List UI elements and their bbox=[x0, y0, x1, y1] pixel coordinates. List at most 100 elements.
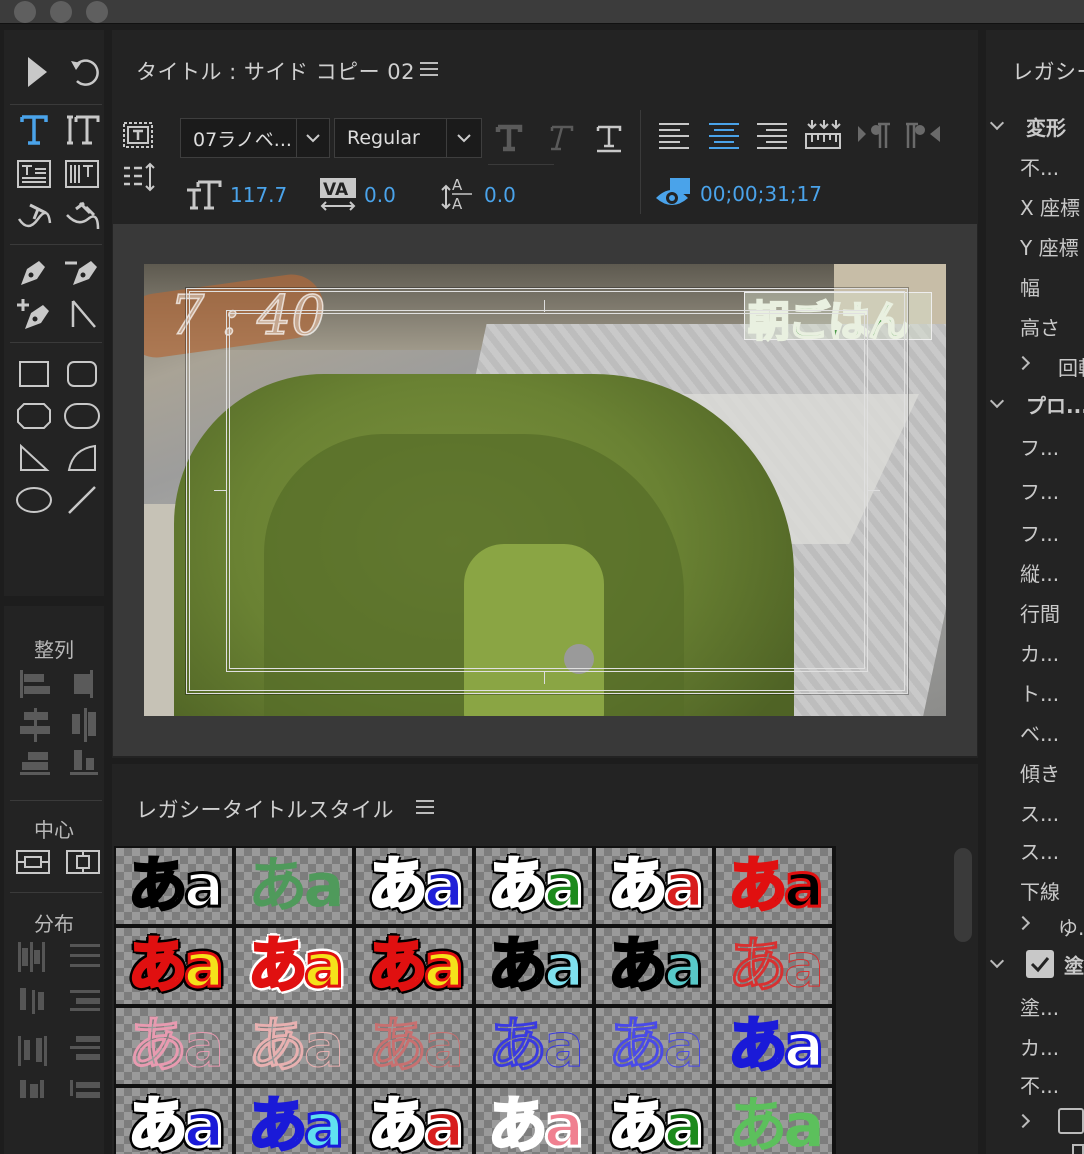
title-panel-tab[interactable]: タイトル : サイド コピー 02 bbox=[136, 56, 415, 86]
style-swatch[interactable]: あa bbox=[116, 1088, 232, 1154]
align-center-button[interactable] bbox=[706, 120, 742, 150]
selection-tool[interactable] bbox=[16, 54, 56, 90]
kerning-value[interactable]: 0.0 bbox=[364, 183, 396, 207]
style-swatch[interactable]: あa bbox=[236, 848, 352, 924]
style-swatch[interactable]: あa bbox=[116, 928, 232, 1004]
zoom-window-button[interactable] bbox=[86, 1, 108, 23]
font-style-dropdown-button[interactable] bbox=[446, 118, 482, 158]
add-anchor-tool[interactable] bbox=[14, 296, 54, 332]
align-right-button[interactable] bbox=[754, 120, 790, 150]
vertical-path-type-tool[interactable] bbox=[62, 198, 102, 234]
align-left-icon bbox=[659, 123, 689, 149]
style-swatch[interactable]: あa bbox=[716, 928, 832, 1004]
title-safe-area bbox=[226, 310, 868, 672]
italic-icon bbox=[550, 125, 574, 151]
clipped-rectangle-icon bbox=[17, 403, 51, 429]
properties-section-header[interactable]: プロ... bbox=[1026, 390, 1084, 419]
underline-button[interactable] bbox=[594, 124, 624, 154]
line-tool[interactable] bbox=[62, 482, 102, 518]
clipped-rect-tool[interactable] bbox=[14, 398, 54, 434]
fill-checkbox[interactable] bbox=[1026, 950, 1054, 978]
style-swatch[interactable]: あa bbox=[236, 928, 352, 1004]
rounded-corner-tool[interactable] bbox=[62, 398, 102, 434]
paragraph-ltr-button[interactable] bbox=[856, 120, 892, 150]
rectangle-tool[interactable] bbox=[14, 356, 54, 392]
style-swatch[interactable]: あa bbox=[356, 1008, 472, 1084]
path-type-icon bbox=[17, 203, 52, 228]
convert-anchor-icon bbox=[71, 300, 96, 328]
vertical-area-type-tool[interactable] bbox=[62, 156, 102, 192]
style-swatch[interactable]: あa bbox=[716, 1088, 832, 1154]
distribute-label: 分布 bbox=[34, 912, 74, 936]
styles-panel-menu-icon[interactable] bbox=[416, 800, 434, 814]
transform-section-header[interactable]: 変形 bbox=[1026, 112, 1066, 141]
center-label: 中心 bbox=[34, 818, 74, 842]
type-tool[interactable] bbox=[14, 112, 54, 148]
font-style-label: フ... bbox=[1020, 480, 1060, 504]
style-swatch[interactable]: あa bbox=[356, 848, 472, 924]
style-swatch[interactable]: あa bbox=[596, 1088, 712, 1154]
vertical-type-tool[interactable] bbox=[62, 112, 102, 148]
align-buttons[interactable] bbox=[16, 668, 98, 788]
style-swatch[interactable]: あa bbox=[716, 848, 832, 924]
distribute-buttons[interactable] bbox=[16, 940, 102, 1100]
style-swatch[interactable]: あa bbox=[596, 1008, 712, 1084]
leading-value[interactable]: 0.0 bbox=[484, 183, 516, 207]
type-icon bbox=[20, 115, 48, 145]
style-swatch[interactable]: あa bbox=[716, 1008, 832, 1084]
center-vertical-icon bbox=[66, 850, 100, 874]
font-family-dropdown-button[interactable] bbox=[296, 118, 330, 158]
ellipse-tool[interactable] bbox=[14, 482, 54, 518]
italic-button[interactable] bbox=[544, 124, 574, 152]
center-horizontal-button[interactable] bbox=[16, 848, 50, 878]
timecode-value[interactable]: 00;00;31;17 bbox=[700, 182, 822, 206]
style-swatch[interactable]: あa bbox=[116, 1008, 232, 1084]
svg-text:A: A bbox=[452, 176, 463, 194]
style-swatch[interactable]: あa bbox=[596, 848, 712, 924]
kerning-icon: VA bbox=[318, 176, 358, 212]
font-style-dropdown[interactable]: Regular bbox=[334, 118, 448, 158]
style-swatch[interactable]: あa bbox=[476, 1088, 592, 1154]
delete-anchor-tool[interactable] bbox=[62, 254, 102, 290]
paragraph-rtl-button[interactable] bbox=[904, 120, 942, 150]
fill-type-label: 塗... bbox=[1020, 996, 1060, 1020]
align-left-button[interactable] bbox=[656, 120, 692, 150]
styles-panel-tab[interactable]: レガシータイトルスタイル bbox=[136, 794, 394, 824]
style-swatch[interactable]: あa bbox=[236, 1008, 352, 1084]
rounded-rect-tool[interactable] bbox=[62, 356, 102, 392]
height-label: 高さ bbox=[1020, 316, 1060, 340]
arc-tool[interactable] bbox=[62, 440, 102, 476]
show-background-video-icon[interactable] bbox=[654, 176, 692, 210]
close-window-button[interactable] bbox=[14, 1, 36, 23]
roll-crawl-button[interactable] bbox=[122, 120, 154, 150]
fill-section-header[interactable]: 塗 bbox=[1064, 950, 1084, 979]
style-swatch[interactable]: あa bbox=[236, 1088, 352, 1154]
wedge-tool[interactable] bbox=[14, 440, 54, 476]
convert-anchor-tool[interactable] bbox=[62, 296, 102, 332]
style-swatch[interactable]: あa bbox=[476, 928, 592, 1004]
opacity-label: 不... bbox=[1020, 156, 1060, 180]
styles-scrollbar[interactable] bbox=[954, 848, 972, 942]
area-type-tool[interactable] bbox=[14, 156, 54, 192]
tab-ruler-button[interactable] bbox=[804, 118, 842, 152]
style-swatch[interactable]: あa bbox=[356, 1088, 472, 1154]
path-type-tool[interactable] bbox=[14, 198, 54, 234]
rotate-tool[interactable] bbox=[64, 54, 104, 90]
title-panel-menu-icon[interactable] bbox=[420, 62, 438, 76]
style-swatch[interactable]: あa bbox=[356, 928, 472, 1004]
style-swatch[interactable]: あa bbox=[116, 848, 232, 924]
properties-panel-tab[interactable]: レガシー bbox=[1012, 56, 1084, 86]
minimize-window-button[interactable] bbox=[50, 1, 72, 23]
sheen-checkbox[interactable] bbox=[1058, 1108, 1084, 1134]
style-swatch[interactable]: あa bbox=[596, 928, 712, 1004]
style-swatch[interactable]: あa bbox=[476, 848, 592, 924]
bold-button[interactable] bbox=[494, 124, 524, 152]
center-vertical-button[interactable] bbox=[66, 848, 100, 878]
baseline-label: ベ... bbox=[1020, 722, 1060, 746]
tab-stops-button[interactable] bbox=[122, 162, 156, 192]
width-label: 幅 bbox=[1020, 276, 1040, 300]
style-swatch[interactable]: あa bbox=[476, 1008, 592, 1084]
font-size-value[interactable]: 117.7 bbox=[230, 183, 287, 207]
font-family-dropdown[interactable]: 07ラノベ... bbox=[180, 118, 298, 158]
pen-tool[interactable] bbox=[14, 254, 54, 290]
